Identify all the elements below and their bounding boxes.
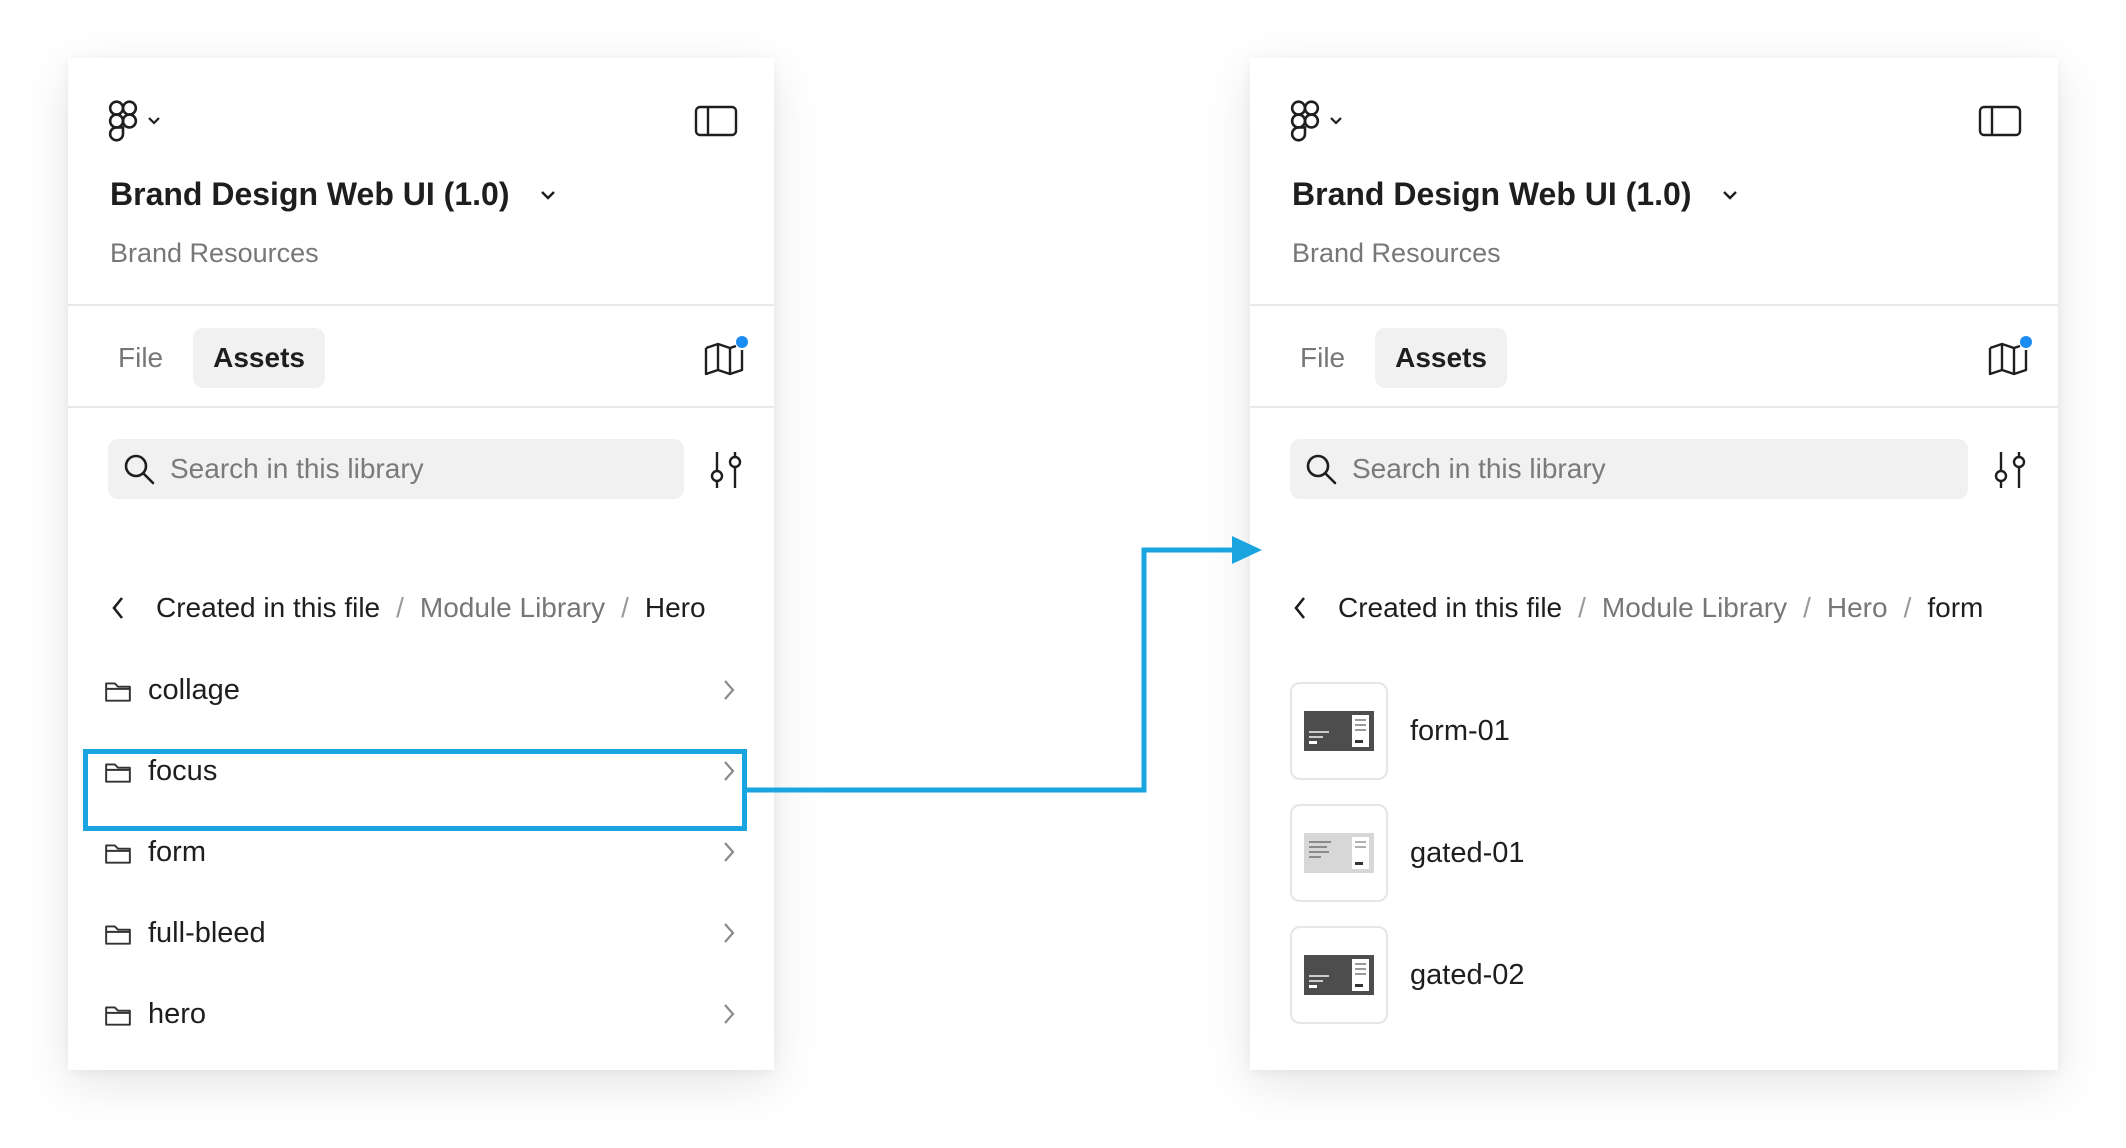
thumbnail-image (1304, 833, 1374, 873)
panel-header (108, 96, 738, 146)
thumbnail-image (1304, 955, 1374, 995)
divider (68, 406, 774, 408)
component-thumbnail (1290, 804, 1388, 902)
folder-label: hero (148, 998, 207, 1030)
main-menu-button[interactable] (1290, 96, 1344, 146)
component-label: gated-01 (1410, 836, 1525, 869)
sidebar-toggle-icon[interactable] (1978, 104, 2022, 138)
folder-item-focus[interactable]: focus (68, 731, 774, 812)
search-input[interactable] (170, 453, 650, 485)
breadcrumb-separator: / (1803, 592, 1811, 623)
component-list: form-01 gated-01 gated-02 (1290, 670, 1525, 1036)
file-title-dropdown[interactable]: Brand Design Web UI (1.0) (110, 176, 557, 213)
folder-item-full-bleed[interactable]: full-bleed (68, 893, 774, 974)
libraries-book-icon[interactable] (702, 336, 748, 380)
folder-label: focus (148, 755, 218, 787)
chevron-down-icon (1723, 190, 1738, 200)
folder-icon (104, 679, 132, 703)
folder-list: collage focus form full-bleed hero (68, 650, 774, 1055)
breadcrumb-separator: / (396, 592, 404, 623)
chevron-right-icon (724, 923, 735, 943)
chevron-right-icon (724, 761, 735, 781)
chevron-right-icon (724, 680, 735, 700)
project-name: Brand Resources (1292, 238, 1501, 268)
component-item-gated-02[interactable]: gated-02 (1290, 914, 1525, 1036)
component-item-gated-01[interactable]: gated-01 (1290, 792, 1525, 914)
folder-label: collage (148, 674, 240, 706)
chevron-down-icon (148, 117, 160, 125)
breadcrumb-current: Hero (644, 592, 706, 623)
filter-sliders-icon[interactable] (1990, 448, 2030, 492)
search-box (108, 439, 684, 499)
component-label: form-01 (1410, 714, 1510, 747)
divider (1250, 304, 2058, 306)
sidebar-toggle-icon[interactable] (694, 104, 738, 138)
folder-label: full-bleed (148, 917, 266, 949)
search-icon (1306, 454, 1337, 485)
main-menu-button[interactable] (108, 96, 162, 146)
component-thumbnail (1290, 926, 1388, 1024)
libraries-book-icon[interactable] (1986, 336, 2032, 380)
breadcrumb-item[interactable]: Module Library (420, 592, 605, 624)
panel-tabs: File Assets (1280, 328, 1507, 388)
thumbnail-image (1304, 711, 1374, 751)
breadcrumb-separator: / (621, 592, 629, 623)
folder-item-hero[interactable]: hero (68, 974, 774, 1055)
filter-sliders-icon[interactable] (706, 448, 746, 492)
figma-logo-icon (108, 99, 138, 143)
divider (1250, 406, 2058, 408)
tab-assets[interactable]: Assets (1375, 328, 1507, 388)
folder-icon (104, 922, 132, 946)
component-label: gated-02 (1410, 958, 1525, 991)
search-input[interactable] (1352, 453, 1832, 485)
back-button[interactable] (1286, 588, 1314, 628)
breadcrumb-separator: / (1903, 592, 1912, 623)
search-icon (124, 454, 155, 485)
panel-header (1290, 96, 2022, 146)
folder-item-form[interactable]: form (68, 812, 774, 893)
assets-panel-right: Brand Design Web UI (1.0) Brand Resource… (1250, 58, 2058, 1070)
breadcrumb-item[interactable]: Created in this file (156, 592, 380, 624)
folder-icon (104, 841, 132, 865)
tab-file[interactable]: File (98, 328, 183, 388)
chevron-left-icon (1294, 597, 1306, 619)
breadcrumb-item[interactable]: Hero (1827, 592, 1888, 624)
folder-item-collage[interactable]: collage (68, 650, 774, 731)
back-button[interactable] (104, 588, 132, 628)
breadcrumb: Created in this file / Module Library / … (1286, 586, 1983, 630)
divider (68, 304, 774, 306)
chevron-down-icon (541, 190, 556, 200)
breadcrumb-item[interactable]: Module Library (1602, 592, 1787, 624)
folder-label: form (148, 836, 206, 868)
tab-file[interactable]: File (1280, 328, 1365, 388)
file-title: Brand Design Web UI (1.0) (110, 176, 510, 212)
search-box (1290, 439, 1968, 499)
breadcrumb-separator: / (1578, 592, 1586, 623)
project-name: Brand Resources (110, 238, 319, 268)
folder-icon (104, 1003, 132, 1027)
breadcrumb-item[interactable]: Created in this file (1338, 592, 1562, 624)
figma-logo-icon (1290, 99, 1320, 143)
component-item-form-01[interactable]: form-01 (1290, 670, 1525, 792)
assets-panel-left: Brand Design Web UI (1.0) Brand Resource… (68, 58, 774, 1070)
breadcrumb-current: form (1927, 592, 1984, 623)
component-thumbnail (1290, 682, 1388, 780)
breadcrumb: Created in this file / Module Library / … (104, 586, 706, 630)
chevron-left-icon (112, 597, 124, 619)
file-title-dropdown[interactable]: Brand Design Web UI (1.0) (1292, 176, 1739, 213)
chevron-right-icon (724, 1004, 735, 1024)
file-title: Brand Design Web UI (1.0) (1292, 176, 1692, 212)
folder-icon (104, 760, 132, 784)
tab-assets[interactable]: Assets (193, 328, 325, 388)
panel-tabs: File Assets (98, 328, 325, 388)
chevron-down-icon (1330, 117, 1342, 125)
chevron-right-icon (724, 842, 735, 862)
